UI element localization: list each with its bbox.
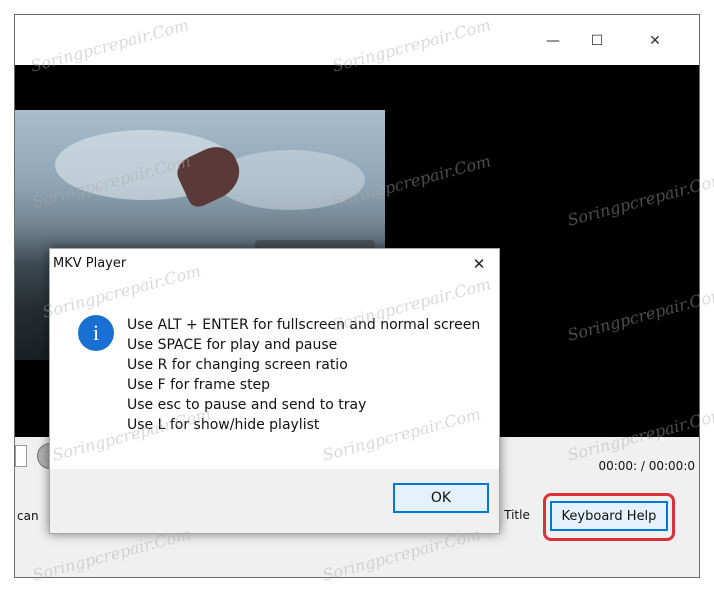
maximize-button[interactable]: ☐	[577, 29, 617, 53]
message-line: Use ALT + ENTER for fullscreen and norma…	[127, 317, 481, 333]
keyboard-help-dialog: MKV Player ✕ i Use ALT + ENTER for fulls…	[49, 248, 500, 534]
window-titlebar: — ☐ ✕	[15, 15, 699, 65]
dialog-titlebar: MKV Player ✕	[50, 249, 499, 279]
dialog-footer: OK	[50, 469, 499, 533]
seek-box[interactable]	[15, 445, 27, 467]
message-line: Use L for show/hide playlist	[127, 417, 320, 433]
dialog-close-icon[interactable]: ✕	[468, 253, 490, 275]
ok-button[interactable]: OK	[393, 483, 489, 513]
minimize-button[interactable]: —	[533, 29, 573, 53]
info-icon: i	[78, 315, 114, 351]
message-line: Use R for changing screen ratio	[127, 357, 348, 373]
scan-button-label[interactable]: can	[17, 509, 39, 523]
time-readout: 00:00: / 00:00:0	[598, 459, 695, 473]
message-line: Use SPACE for play and pause	[127, 337, 338, 353]
title-button[interactable]: Title	[493, 501, 541, 529]
dialog-message: Use ALT + ENTER for fullscreen and norma…	[127, 315, 480, 435]
message-line: Use esc to pause and send to tray	[127, 397, 367, 413]
keyboard-help-button[interactable]: Keyboard Help	[550, 501, 668, 531]
message-line: Use F for frame step	[127, 377, 271, 393]
close-button[interactable]: ✕	[635, 29, 675, 53]
dialog-title: MKV Player	[53, 256, 127, 271]
